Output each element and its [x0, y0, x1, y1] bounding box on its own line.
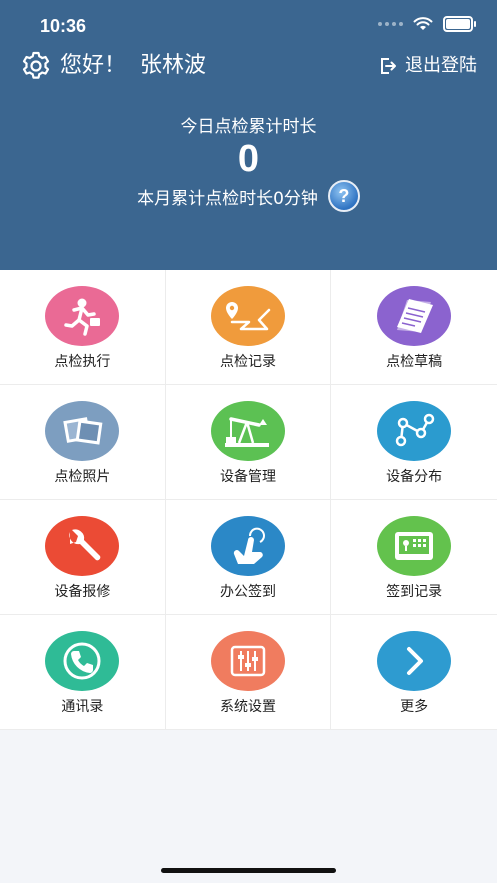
menu-item-checkin-record[interactable]: 签到记录	[331, 500, 497, 615]
menu-item-label: 通讯录	[61, 699, 104, 715]
menu-item-label: 办公签到	[219, 584, 276, 600]
menu-item-label: 设备报修	[54, 584, 111, 600]
menu-item-equipment-distribution[interactable]: 设备分布	[331, 385, 497, 500]
menu-item-inspection-record[interactable]: 点检记录	[165, 270, 332, 385]
today-duration-label: 今日点检累计时长	[180, 117, 317, 137]
help-icon[interactable]: ?	[327, 180, 360, 212]
oil-pump-icon	[210, 401, 285, 461]
menu-item-label: 签到记录	[386, 584, 443, 600]
status-icons	[378, 16, 476, 32]
menu-item-label: 系统设置	[219, 699, 276, 715]
menu-item-label: 更多	[400, 699, 429, 715]
menu-item-contacts[interactable]: 通讯录	[0, 615, 166, 730]
menu-item-inspection-photos[interactable]: 点检照片	[0, 385, 166, 500]
menu-item-label: 点检照片	[54, 469, 111, 485]
logout-label: 退出登陆	[405, 55, 477, 76]
running-man-icon	[45, 286, 120, 346]
logout-icon	[381, 58, 396, 74]
home-indicator[interactable]	[161, 868, 336, 873]
attendance-terminal-icon	[377, 516, 452, 576]
menu-item-equipment-repair[interactable]: 设备报修	[0, 500, 166, 615]
status-time: 10:36	[40, 16, 87, 36]
menu-item-system-settings[interactable]: 系统设置	[165, 615, 332, 730]
photos-icon	[45, 401, 120, 461]
wifi-icon	[413, 17, 433, 30]
logout-button[interactable]: 退出登陆	[379, 52, 477, 80]
menu-item-office-checkin[interactable]: 办公签到	[165, 500, 332, 615]
menu-item-label: 点检执行	[54, 354, 111, 370]
feature-grid: 点检执行 点检记录 点检草稿 点检照片 设备管理 设备分布 设备报修 办公签到 …	[0, 270, 497, 730]
greeting-label: 您好！	[60, 53, 127, 78]
greeting-text: 您好！ 张林波	[60, 50, 206, 82]
month-duration-row: 本月累计点检时长0分钟 ?	[0, 180, 497, 212]
menu-item-label: 点检记录	[219, 354, 276, 370]
menu-item-equipment-management[interactable]: 设备管理	[165, 385, 332, 500]
menu-item-label: 设备管理	[219, 469, 276, 485]
menu-item-label: 点检草稿	[386, 354, 443, 370]
header-panel: 10:36 您好！ 张林波 退出登陆 今日点检累计时长 0 本月累计点检时长0分…	[0, 0, 497, 270]
user-name: 张林波	[140, 53, 207, 78]
menu-item-more[interactable]: 更多	[331, 615, 497, 730]
chevron-right-icon	[377, 631, 452, 691]
battery-icon	[443, 16, 476, 32]
menu-item-inspection-draft[interactable]: 点检草稿	[331, 270, 497, 385]
wrench-icon	[45, 516, 120, 576]
today-duration-value: 0	[237, 138, 260, 180]
touch-hand-icon	[210, 516, 285, 576]
node-network-icon	[377, 401, 452, 461]
stacked-papers-icon	[377, 286, 452, 346]
month-duration-label: 本月累计点检时长0分钟	[137, 188, 318, 209]
menu-item-inspection-execute[interactable]: 点检执行	[0, 270, 166, 385]
menu-item-label: 设备分布	[386, 469, 443, 485]
sliders-icon	[210, 631, 285, 691]
route-pin-icon	[210, 286, 285, 346]
signal-icon	[378, 22, 403, 26]
phone-icon	[45, 631, 120, 691]
gear-icon[interactable]	[20, 50, 52, 82]
